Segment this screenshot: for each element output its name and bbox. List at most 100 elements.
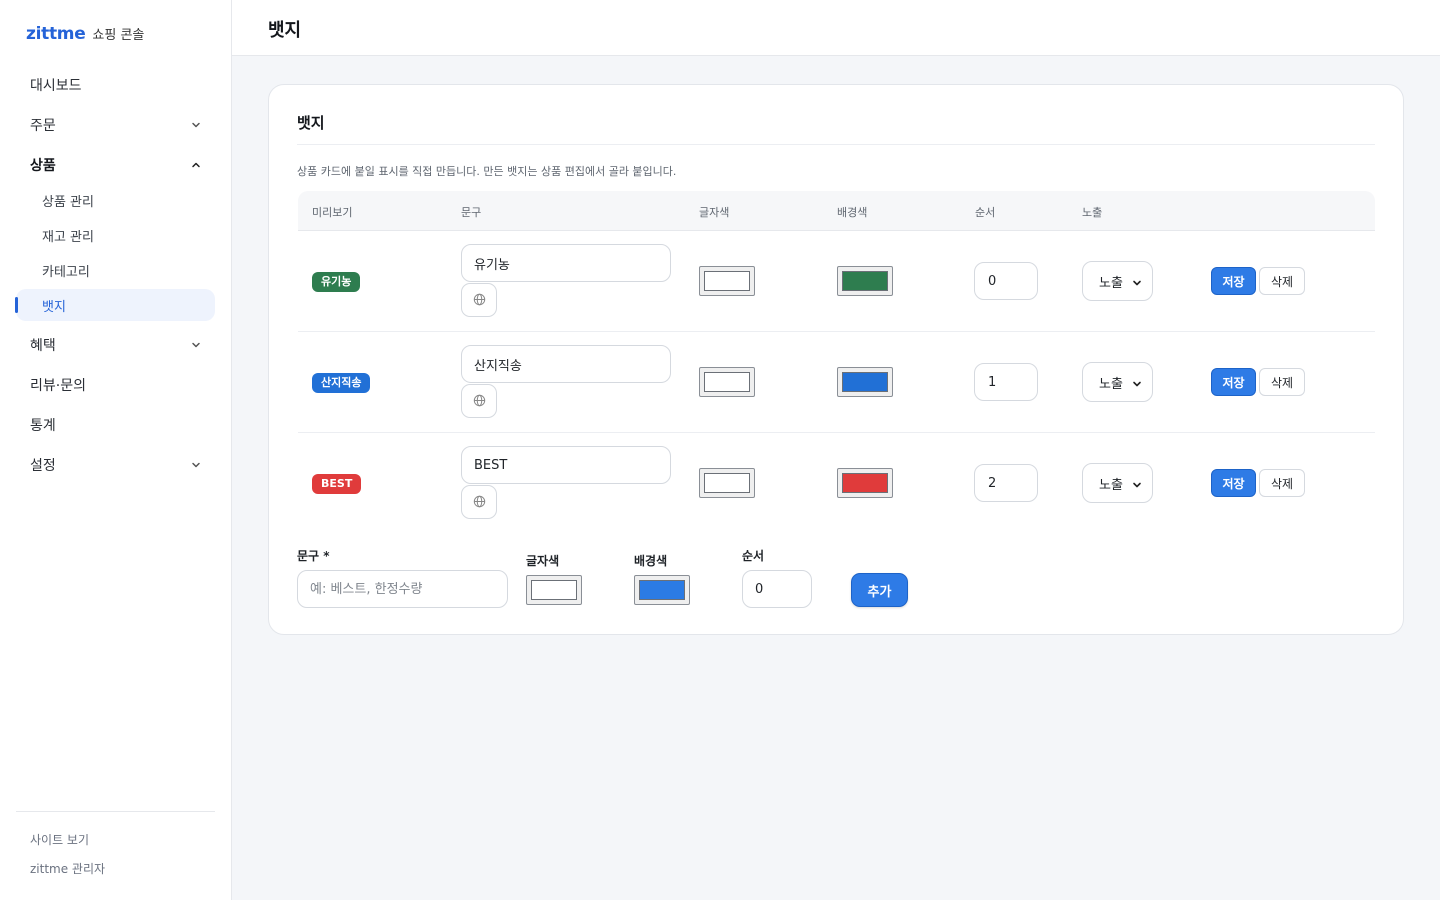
- sidebar-item-reviews[interactable]: 리뷰·문의: [16, 365, 215, 405]
- sidebar-subitem-badge[interactable]: 뱃지: [15, 289, 215, 321]
- header-bg-color: 배경색: [837, 206, 868, 219]
- save-button[interactable]: 저장: [1211, 469, 1256, 497]
- badge-text-input[interactable]: [461, 244, 671, 282]
- new-badge-text-input[interactable]: [297, 570, 508, 608]
- color-swatch: [639, 580, 685, 600]
- chevron-down-icon: [191, 120, 201, 130]
- text-color-picker[interactable]: [699, 266, 755, 296]
- color-swatch: [842, 372, 888, 392]
- bg-color-picker[interactable]: [837, 468, 893, 498]
- visibility-value: 노출: [1099, 477, 1123, 493]
- header-text: 문구: [461, 206, 482, 219]
- visibility-select[interactable]: 노출: [1082, 463, 1153, 503]
- sidebar-item-label: 리뷰·문의: [30, 378, 86, 394]
- badge-card: 뱃지 상품 카드에 붙일 표시를 직접 만듭니다. 만든 뱃지는 상품 편집에서…: [268, 84, 1404, 635]
- sidebar-item-label: 통계: [30, 418, 56, 434]
- badge-preview: BEST: [312, 474, 362, 494]
- translate-button[interactable]: [461, 485, 497, 519]
- delete-button[interactable]: 삭제: [1259, 469, 1305, 497]
- visibility-value: 노출: [1099, 376, 1123, 392]
- sidebar-item-label: 대시보드: [30, 78, 82, 94]
- sidebar-item-products[interactable]: 상품: [16, 145, 215, 185]
- card-description: 상품 카드에 붙일 표시를 직접 만듭니다. 만든 뱃지는 상품 편집에서 골라…: [297, 165, 677, 178]
- badge-text-input[interactable]: [461, 446, 671, 484]
- view-site-link[interactable]: 사이트 보기: [16, 832, 215, 861]
- chevron-down-icon: [1132, 479, 1142, 489]
- table-header: 미리보기 문구 글자색 배경색 순서 노출: [298, 191, 1375, 231]
- sidebar-item-benefits[interactable]: 혜택: [16, 325, 215, 365]
- badge-text-input[interactable]: [461, 345, 671, 383]
- sidebar-item-settings[interactable]: 설정: [16, 445, 215, 485]
- globe-icon: [473, 392, 486, 411]
- sidebar: zittme 쇼핑 콘솔 대시보드 주문 상품 상품 관리 재고 관리 카테고리…: [0, 0, 232, 900]
- brand-logo: zittme: [26, 24, 86, 44]
- text-color-picker[interactable]: [699, 468, 755, 498]
- save-button[interactable]: 저장: [1211, 368, 1256, 396]
- sidebar-item-label: 설정: [30, 458, 56, 474]
- sidebar-item-dashboard[interactable]: 대시보드: [16, 65, 215, 105]
- globe-icon: [473, 493, 486, 512]
- chevron-down-icon: [191, 460, 201, 470]
- sidebar-footer: 사이트 보기 zittme 관리자: [16, 811, 215, 890]
- translate-button[interactable]: [461, 384, 497, 418]
- new-text-color-label: 글자색: [526, 554, 560, 568]
- new-bg-color-label: 배경색: [634, 554, 668, 568]
- table-row: 유기농 노출 저장 삭제: [298, 231, 1375, 332]
- card-title: 뱃지: [297, 114, 325, 132]
- header-visibility: 노출: [1082, 206, 1103, 219]
- delete-button[interactable]: 삭제: [1259, 368, 1305, 396]
- visibility-select[interactable]: 노출: [1082, 362, 1153, 402]
- color-swatch: [531, 580, 577, 600]
- sidebar-item-orders[interactable]: 주문: [16, 105, 215, 145]
- order-input[interactable]: [974, 262, 1038, 300]
- save-button[interactable]: 저장: [1211, 267, 1256, 295]
- sidebar-item-label: 혜택: [30, 338, 56, 354]
- admin-user-label: zittme 관리자: [30, 862, 106, 876]
- globe-icon: [473, 291, 486, 310]
- bg-color-picker[interactable]: [837, 266, 893, 296]
- chevron-up-icon: [191, 160, 201, 170]
- order-input[interactable]: [974, 363, 1038, 401]
- new-order-input[interactable]: [742, 570, 812, 608]
- badge-preview: 산지직송: [312, 373, 371, 393]
- color-swatch: [842, 473, 888, 493]
- color-swatch: [704, 271, 750, 291]
- topbar: 뱃지: [232, 0, 1440, 56]
- header-order: 순서: [975, 206, 996, 219]
- sidebar-item-stats[interactable]: 통계: [16, 405, 215, 445]
- brand[interactable]: zittme 쇼핑 콘솔: [26, 24, 144, 44]
- visibility-select[interactable]: 노출: [1082, 261, 1153, 301]
- sidebar-subitem-category[interactable]: 카테고리: [16, 253, 215, 288]
- sidebar-subitem-inventory[interactable]: 재고 관리: [16, 218, 215, 253]
- brand-subtitle: 쇼핑 콘솔: [92, 28, 145, 43]
- card-divider: [297, 144, 1375, 145]
- header-preview: 미리보기: [312, 206, 353, 219]
- color-swatch: [704, 473, 750, 493]
- table-row: 산지직송 노출 저장 삭제: [298, 332, 1375, 433]
- sidebar-item-label: 상품: [30, 158, 56, 174]
- sidebar-nav: 대시보드 주문 상품 상품 관리 재고 관리 카테고리 뱃지 혜택 리뷰·문의 …: [15, 65, 215, 485]
- color-swatch: [704, 372, 750, 392]
- page-title: 뱃지: [268, 20, 302, 41]
- products-submenu: 상품 관리 재고 관리 카테고리 뱃지: [15, 183, 215, 321]
- sidebar-item-label: 주문: [30, 118, 56, 134]
- add-button[interactable]: 추가: [851, 573, 908, 607]
- chevron-down-icon: [1132, 277, 1142, 287]
- sidebar-subitem-product-management[interactable]: 상품 관리: [16, 183, 215, 218]
- translate-button[interactable]: [461, 283, 497, 317]
- delete-button[interactable]: 삭제: [1259, 267, 1305, 295]
- new-bg-color-picker[interactable]: [634, 575, 690, 605]
- color-swatch: [842, 271, 888, 291]
- text-color-picker[interactable]: [699, 367, 755, 397]
- header-text-color: 글자색: [699, 206, 730, 219]
- new-text-label: 문구 *: [297, 549, 330, 563]
- bg-color-picker[interactable]: [837, 367, 893, 397]
- table-row: BEST 노출 저장 삭제: [298, 433, 1375, 534]
- badge-preview: 유기농: [312, 272, 361, 292]
- order-input[interactable]: [974, 464, 1038, 502]
- chevron-down-icon: [1132, 378, 1142, 388]
- chevron-down-icon: [191, 340, 201, 350]
- new-text-color-picker[interactable]: [526, 575, 582, 605]
- new-order-label: 순서: [742, 549, 765, 563]
- visibility-value: 노출: [1099, 275, 1123, 291]
